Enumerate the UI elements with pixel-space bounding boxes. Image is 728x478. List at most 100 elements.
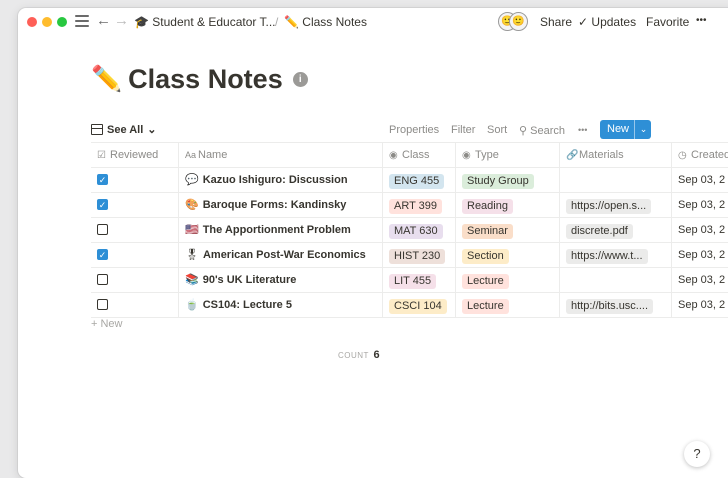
clock-property-icon: ◷ [678, 150, 687, 161]
top-bar: ← → 🎓 Student & Educator T... / ✏️ Class… [18, 8, 728, 36]
column-header-label: Created [691, 149, 728, 161]
us-flag-icon: 🇺🇸 [185, 224, 199, 236]
materials-cell[interactable]: https://open.s... [560, 193, 672, 217]
more-view-options-icon[interactable]: ••• [578, 125, 587, 135]
new-button[interactable]: New ⌄ [600, 120, 651, 139]
materials-link[interactable]: https://open.s... [566, 199, 652, 214]
table-row[interactable]: ✓ 💬 Kazuo Ishiguro: Discussion ENG 455 St… [91, 168, 728, 193]
tea-icon: 🍵 [185, 299, 199, 311]
name-cell[interactable]: 🎨 Baroque Forms: Kandinsky [179, 193, 383, 217]
type-tag: Lecture [462, 299, 509, 314]
type-cell[interactable]: Section [456, 243, 560, 267]
chevron-down-icon[interactable]: ⌄ [634, 120, 652, 139]
row-count: COUNT 6 [338, 349, 380, 361]
properties-button[interactable]: Properties [389, 124, 439, 136]
column-header-reviewed[interactable]: ☑ Reviewed [91, 143, 179, 167]
table-row[interactable]: ✓ 🎨 Baroque Forms: Kandinsky ART 399 Read… [91, 193, 728, 218]
name-cell[interactable]: 🎖 American Post-War Economics [179, 243, 383, 267]
graduation-cap-icon: 🎓 [134, 15, 149, 29]
reviewed-cell[interactable]: ✓ [91, 168, 179, 192]
row-name[interactable]: CS104: Lecture 5 [203, 299, 292, 311]
row-name[interactable]: Baroque Forms: Kandinsky [203, 199, 347, 211]
page-title-text[interactable]: Class Notes [128, 64, 283, 95]
share-button[interactable]: Share [540, 15, 572, 29]
row-name[interactable]: The Apportionment Problem [203, 224, 351, 236]
pencil-icon[interactable]: ✏️ [91, 65, 122, 94]
type-cell[interactable]: Lecture [456, 268, 560, 292]
breadcrumb-current[interactable]: ✏️ Class Notes [284, 15, 367, 29]
updates-button[interactable]: ✓ Updates [578, 15, 636, 29]
class-tag: HIST 230 [389, 249, 446, 264]
reviewed-checkbox[interactable] [97, 274, 108, 285]
type-tag: Lecture [462, 274, 509, 289]
reviewed-checkbox[interactable]: ✓ [97, 174, 108, 185]
type-cell[interactable]: Study Group [456, 168, 560, 192]
search-icon: ⚲ [519, 125, 528, 137]
materials-cell[interactable]: https://www.t... [560, 243, 672, 267]
name-cell[interactable]: 💬 Kazuo Ishiguro: Discussion [179, 168, 383, 192]
class-cell[interactable]: ENG 455 [383, 168, 456, 192]
materials-cell[interactable] [560, 168, 672, 192]
type-cell[interactable]: Seminar [456, 218, 560, 242]
type-cell[interactable]: Lecture [456, 293, 560, 317]
column-header-created[interactable]: ◷ Created [672, 143, 728, 167]
minimize-window-button[interactable] [42, 17, 52, 27]
name-cell[interactable]: 🍵 CS104: Lecture 5 [179, 293, 383, 317]
reviewed-cell[interactable] [91, 268, 179, 292]
class-cell[interactable]: ART 399 [383, 193, 456, 217]
row-name[interactable]: American Post-War Economics [203, 249, 366, 261]
reviewed-checkbox[interactable]: ✓ [97, 249, 108, 260]
filter-button[interactable]: Filter [451, 124, 475, 136]
back-arrow-icon[interactable]: ← [96, 12, 111, 29]
reviewed-cell[interactable] [91, 218, 179, 242]
materials-cell[interactable] [560, 268, 672, 292]
column-header-materials[interactable]: 🔗Materials [560, 143, 672, 167]
column-header-class[interactable]: ◉ Class [383, 143, 456, 167]
materials-link[interactable]: https://www.t... [566, 249, 648, 264]
forward-arrow-icon[interactable]: → [114, 12, 129, 29]
column-header-type[interactable]: ◉ Type [456, 143, 560, 167]
table-row[interactable]: 🇺🇸 The Apportionment Problem MAT 630 Semi… [91, 218, 728, 243]
text-property-icon: Aa [185, 150, 197, 160]
page-title[interactable]: ✏️ Class Notes i [91, 64, 308, 95]
name-cell[interactable]: 📚 90's UK Literature [179, 268, 383, 292]
materials-cell[interactable]: discrete.pdf [560, 218, 672, 242]
type-cell[interactable]: Reading [456, 193, 560, 217]
class-cell[interactable]: CSCI 104 [383, 293, 456, 317]
reviewed-cell[interactable]: ✓ [91, 193, 179, 217]
class-cell[interactable]: LIT 455 [383, 268, 456, 292]
class-cell[interactable]: HIST 230 [383, 243, 456, 267]
search-label: Search [530, 125, 565, 137]
table-row[interactable]: 🍵 CS104: Lecture 5 CSCI 104 Lecture http:… [91, 293, 728, 318]
breadcrumb-parent-label: Student & Educator T... [152, 15, 276, 29]
name-cell[interactable]: 🇺🇸 The Apportionment Problem [179, 218, 383, 242]
table-row[interactable]: 📚 90's UK Literature LIT 455 Lecture Sep … [91, 268, 728, 293]
materials-link[interactable]: http://bits.usc.... [566, 299, 654, 314]
more-options-icon[interactable]: ••• [696, 15, 707, 26]
info-icon[interactable]: i [292, 72, 308, 87]
sort-button[interactable]: Sort [487, 124, 507, 136]
help-button[interactable]: ? [684, 441, 710, 467]
search-button[interactable]: ⚲ Search [519, 124, 565, 137]
new-row-button[interactable]: + New [91, 318, 123, 330]
table-row[interactable]: ✓ 🎖 American Post-War Economics HIST 230 … [91, 243, 728, 268]
materials-link[interactable]: discrete.pdf [566, 224, 633, 239]
reviewed-checkbox[interactable]: ✓ [97, 199, 108, 210]
materials-cell[interactable]: http://bits.usc.... [560, 293, 672, 317]
column-header-name[interactable]: Aa Name [179, 143, 383, 167]
collaborator-avatars[interactable]: 🙂 🙂 [498, 12, 528, 32]
close-window-button[interactable] [27, 17, 37, 27]
zoom-window-button[interactable] [57, 17, 67, 27]
reviewed-cell[interactable] [91, 293, 179, 317]
breadcrumb-parent[interactable]: 🎓 Student & Educator T... [134, 15, 275, 29]
row-name[interactable]: 90's UK Literature [203, 274, 297, 286]
class-cell[interactable]: MAT 630 [383, 218, 456, 242]
class-tag: CSCI 104 [389, 299, 447, 314]
reviewed-checkbox[interactable] [97, 299, 108, 310]
reviewed-cell[interactable]: ✓ [91, 243, 179, 267]
favorite-button[interactable]: Favorite [646, 15, 689, 29]
view-selector[interactable]: See All ⌄ [91, 123, 157, 136]
sidebar-toggle-icon[interactable] [75, 15, 89, 27]
row-name[interactable]: Kazuo Ishiguro: Discussion [203, 174, 348, 186]
reviewed-checkbox[interactable] [97, 224, 108, 235]
